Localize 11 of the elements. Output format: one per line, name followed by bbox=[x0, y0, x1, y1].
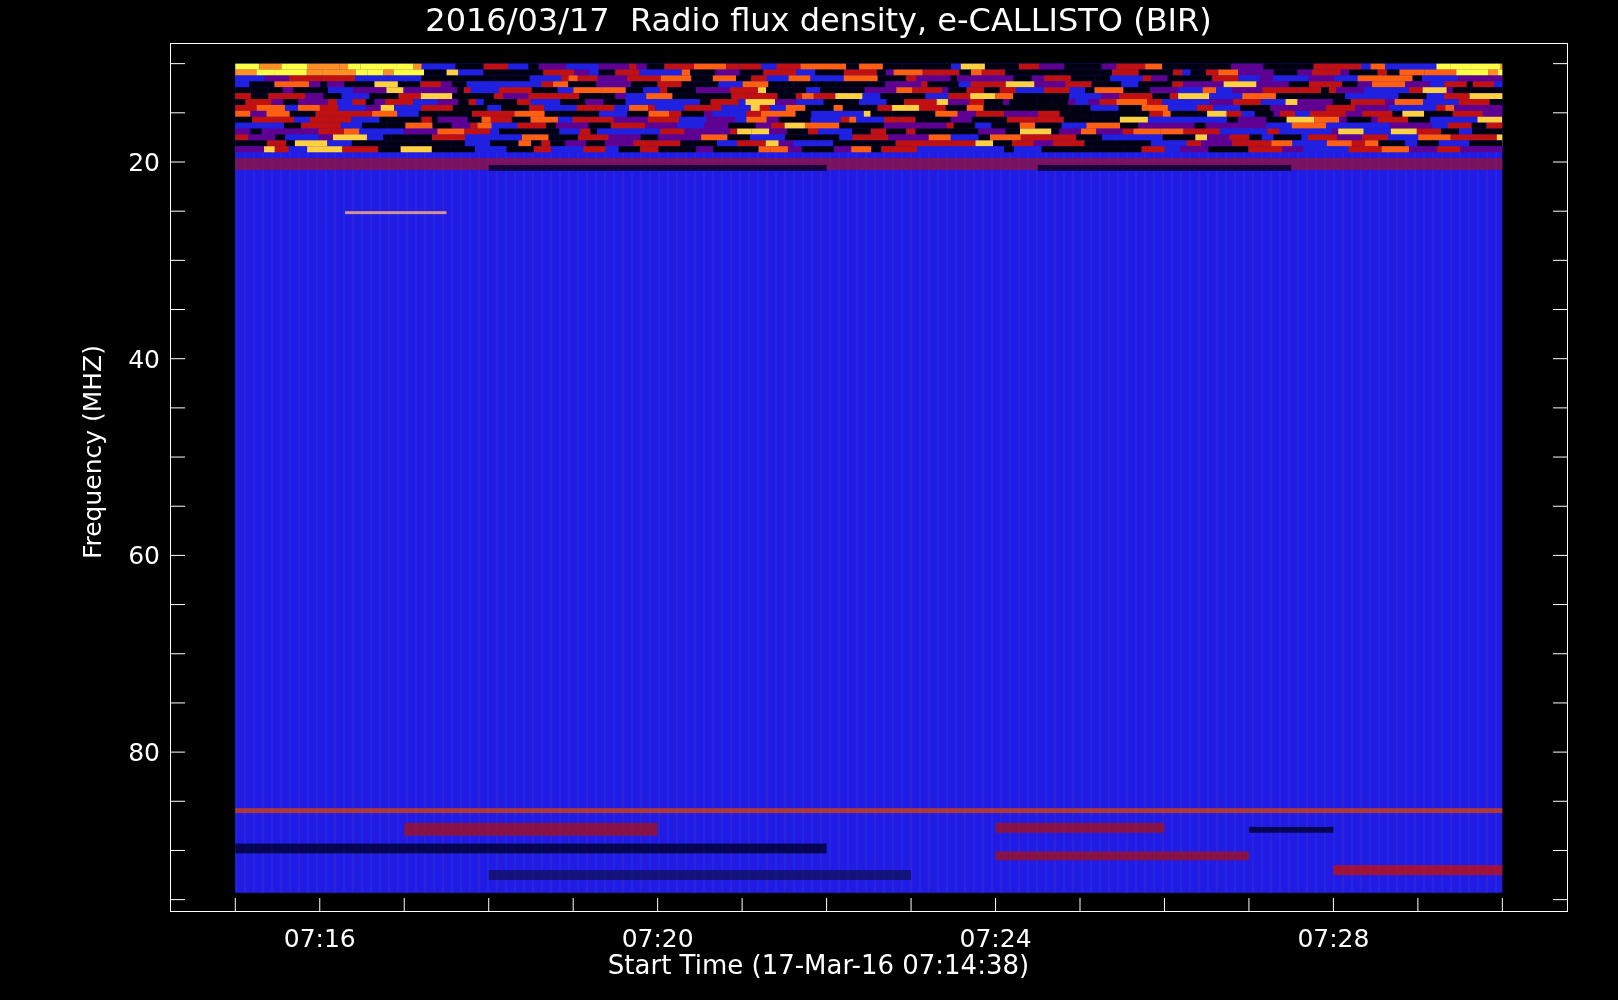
y-tick-label: 20 bbox=[128, 148, 160, 177]
y-tick-label: 40 bbox=[128, 344, 160, 374]
y-tick-label: 60 bbox=[128, 541, 160, 571]
x-axis-label: Start Time (17-Mar-16 07:14:38) bbox=[606, 950, 1031, 980]
chart-title: 2016/03/17 Radio flux density, e-CALLISTO (BIR) bbox=[424, 0, 1213, 41]
y-axis-label: Frequency (MHZ) bbox=[78, 345, 108, 560]
x-tick-label: 07:20 bbox=[621, 924, 694, 950]
x-tick-label: 07:24 bbox=[959, 924, 1032, 950]
x-tick-label: 07:16 bbox=[283, 924, 356, 950]
x-tick-label: 07:28 bbox=[1297, 924, 1370, 950]
y-tick-label: 80 bbox=[128, 738, 160, 768]
